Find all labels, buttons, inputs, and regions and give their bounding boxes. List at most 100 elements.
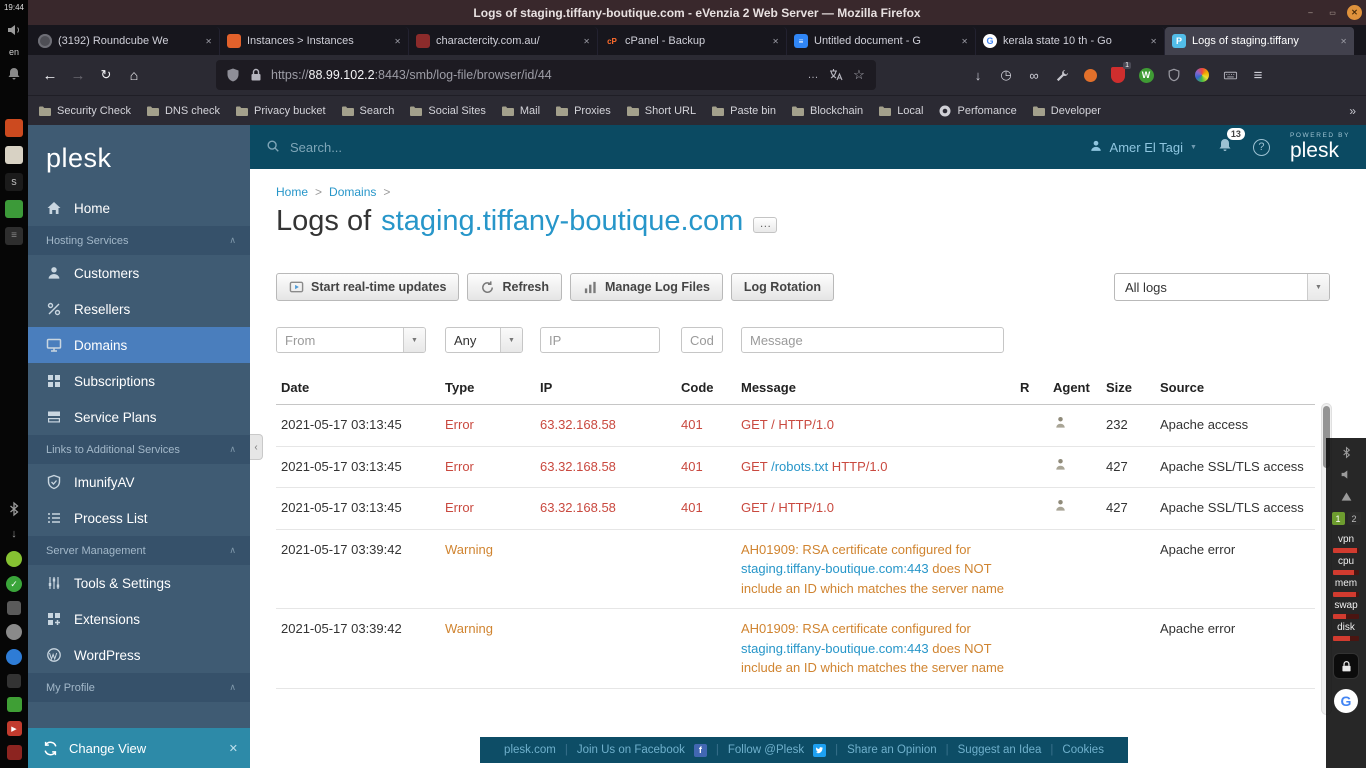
close-icon[interactable] [229,742,238,755]
dock-app-icon[interactable] [5,118,23,137]
sidebar-item-imunifyav[interactable]: ImunifyAV [28,464,250,500]
home-button[interactable] [120,61,148,89]
sidebar-item-process-list[interactable]: Process List [28,500,250,536]
sidebar-item-wordpress[interactable]: WordPress [28,637,250,673]
browser-tab[interactable]: Untitled document - G [787,27,976,55]
sidebar-collapse-handle[interactable]: ‹ [250,434,263,460]
extension-icon[interactable] [1076,61,1104,89]
lock-screen-button[interactable] [1333,653,1359,679]
dock-app-icon[interactable] [5,199,23,218]
back-button[interactable] [36,61,64,89]
footer-link-suggest-an-idea[interactable]: Suggest an Idea [958,744,1042,756]
history-button[interactable] [992,61,1020,89]
bluetooth-icon[interactable] [6,501,22,517]
bookmark-item-security-check[interactable]: Security Check [38,105,131,117]
log-message-link[interactable]: staging.tiffany-boutique.com:443 [741,561,929,576]
minimize-button[interactable] [1303,5,1318,20]
maximize-button[interactable] [1325,5,1340,20]
dock-app-icon[interactable] [5,172,23,191]
google-launcher-button[interactable] [1334,689,1358,713]
date-filter-input[interactable] [277,328,403,352]
lock-icon[interactable] [248,67,264,83]
start-real-time-updates-button[interactable]: Start real-time updates [276,273,460,301]
keyboard-extension-icon[interactable] [1216,61,1244,89]
code-filter-input[interactable] [681,327,723,353]
chevron-down-icon[interactable] [1307,274,1329,300]
browser-tab[interactable]: Instances > Instances [220,27,409,55]
page-tools-icon[interactable] [1048,61,1076,89]
dock-app-icon[interactable] [5,145,23,164]
bookmark-item-short-url[interactable]: Short URL [626,105,696,117]
sidebar-item-home[interactable]: Home [28,190,250,226]
sidebar-section-my-profile[interactable]: My Profile [28,673,250,702]
sidebar-section-server-management[interactable]: Server Management [28,536,250,565]
browser-tab[interactable]: charactercity.com.au/ [409,27,598,55]
twitter-icon[interactable] [813,743,827,757]
tab-close-icon[interactable] [772,37,779,46]
ip-filter-input[interactable] [540,327,660,353]
color-wheel-extension-icon[interactable] [1188,61,1216,89]
facebook-icon[interactable] [693,743,707,757]
tracking-protection-shield-icon[interactable] [225,67,241,83]
bookmark-item-dns-check[interactable]: DNS check [146,105,220,117]
tab-close-icon[interactable] [205,37,212,46]
date-picker-dropdown-icon[interactable] [403,328,425,352]
sidebar-section-links-to-additional-services[interactable]: Links to Additional Services [28,435,250,464]
breadcrumb-domains[interactable]: Domains [329,185,376,199]
workspace-1[interactable]: 1 [1331,512,1345,525]
sidebar-item-resellers[interactable]: Resellers [28,291,250,327]
webroot-extension-icon[interactable] [1132,61,1160,89]
user-menu[interactable]: Amer El Tagi [1089,139,1197,156]
close-button[interactable] [1347,5,1362,20]
dock-tray-icon[interactable] [6,649,22,665]
footer-link-join-us-on-facebook[interactable]: Join Us on Facebook [577,744,685,756]
message-filter-input[interactable] [741,327,1004,353]
bluetooth-icon[interactable] [1338,444,1354,460]
downloads-button[interactable] [964,61,992,89]
change-view-button[interactable]: Change View [28,728,250,768]
sidebar-item-subscriptions[interactable]: Subscriptions [28,363,250,399]
browser-tab[interactable]: Logs of staging.tiffany [1165,27,1354,55]
bookmark-item-paste-bin[interactable]: Paste bin [711,105,776,117]
shield-extension-icon[interactable] [1160,61,1188,89]
log-message-link[interactable]: staging.tiffany-boutique.com:443 [741,641,929,656]
bookmark-item-social-sites[interactable]: Social Sites [409,105,486,117]
browser-tab[interactable]: cPanel - Backup [598,27,787,55]
search-input[interactable]: Search... [266,139,566,156]
tab-close-icon[interactable] [583,37,590,46]
bookmark-item-proxies[interactable]: Proxies [555,105,611,117]
bell-icon[interactable] [6,66,22,82]
sidebar-item-service-plans[interactable]: Service Plans [28,399,250,435]
bookmark-item-privacy-bucket[interactable]: Privacy bucket [235,105,326,117]
browser-tab[interactable]: (3192) Roundcube We [31,27,220,55]
bookmark-item-developer[interactable]: Developer [1032,105,1101,117]
sidebar-item-extensions[interactable]: Extensions [28,601,250,637]
bookmark-item-mail[interactable]: Mail [501,105,540,117]
volume-icon[interactable] [1338,466,1354,482]
notifications-button[interactable]: 13 [1217,127,1245,158]
sidebar-section-hosting-services[interactable]: Hosting Services [28,226,250,255]
sidebar-item-customers[interactable]: Customers [28,255,250,291]
log-rotation-button[interactable]: Log Rotation [730,273,834,301]
sidebar-item-tools-settings[interactable]: Tools & Settings [28,565,250,601]
page-actions-icon[interactable] [805,67,821,83]
bookmark-item-perfomance[interactable]: Perfomance [938,105,1017,117]
bookmark-item-search[interactable]: Search [341,105,394,117]
chevron-down-icon[interactable] [500,328,522,352]
dock-tray-icon[interactable] [6,576,22,592]
log-type-select[interactable]: All logs [1114,273,1330,301]
network-icon[interactable] [1338,488,1354,504]
translate-icon[interactable] [828,67,844,83]
dock-tray-icon[interactable] [6,745,22,760]
forward-button[interactable] [64,61,92,89]
dock-tray-icon[interactable] [6,624,22,640]
dock-tray-icon[interactable] [7,601,21,615]
url-bar[interactable]: https://88.99.102.2:8443/smb/log-file/br… [216,60,876,90]
workspace-2[interactable]: 2 [1347,512,1361,525]
title-actions-button[interactable] [753,217,778,233]
sidebar-item-domains[interactable]: Domains [28,327,250,363]
bookmark-item-blockchain[interactable]: Blockchain [791,105,863,117]
help-button[interactable] [1252,138,1270,156]
tab-close-icon[interactable] [394,37,401,46]
volume-icon[interactable] [6,22,22,38]
